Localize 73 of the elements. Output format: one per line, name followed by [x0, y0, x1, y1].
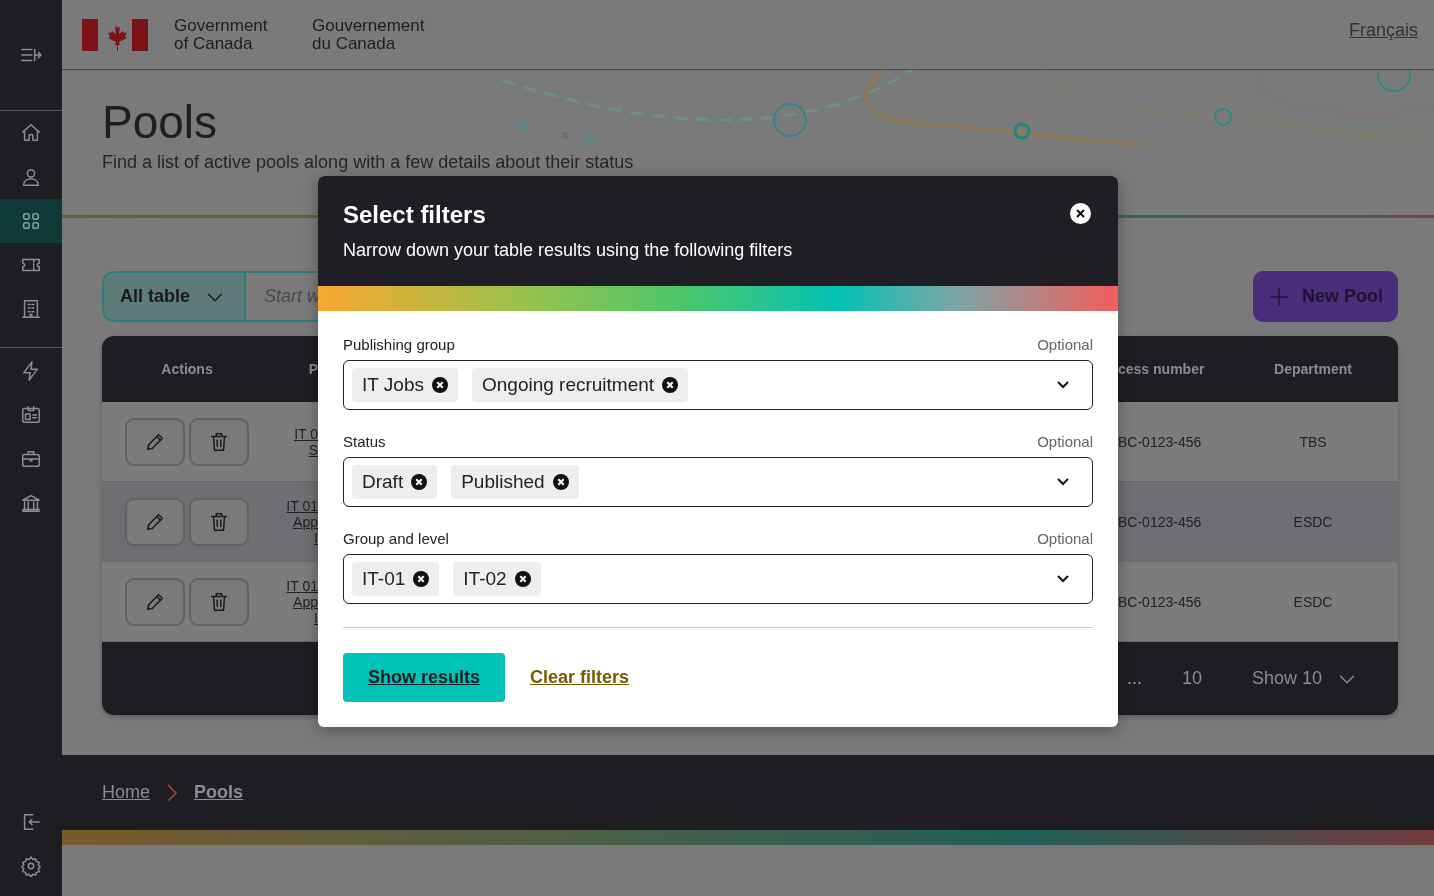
page-button[interactable]: 10	[1181, 668, 1202, 689]
pagination-ellipsis: ...	[1126, 668, 1142, 689]
filter-chip[interactable]: IT Jobs	[352, 368, 458, 402]
edit-button[interactable]	[125, 417, 185, 466]
page-size-dropdown[interactable]: Show 10	[1251, 667, 1358, 690]
optional-hint: Optional	[1037, 433, 1093, 450]
delete-button[interactable]	[189, 417, 249, 466]
modal-title: Select filters	[343, 200, 486, 230]
trash-icon	[208, 590, 230, 613]
trash-icon	[208, 510, 230, 533]
close-button[interactable]	[1070, 203, 1091, 224]
remove-icon[interactable]	[431, 377, 448, 393]
field-label: Group and level	[343, 530, 449, 547]
modal-description: Narrow down your table results using the following filters	[343, 240, 794, 261]
page-subtitle: Find a list of active pools along with a few details about their status	[102, 152, 635, 172]
home-icon	[20, 122, 42, 144]
remove-icon[interactable]	[411, 474, 428, 490]
table-cell-text: BC-0123-456	[1118, 433, 1203, 450]
government-name: Gouvernement du Canada	[312, 16, 426, 53]
chevron-icon	[166, 782, 178, 803]
edit-button[interactable]	[125, 497, 185, 546]
edit-button[interactable]	[125, 577, 185, 626]
id-card-icon	[20, 404, 42, 426]
multi-select-field[interactable]: IT Jobs Ongoing recruitment	[343, 360, 1093, 410]
column-header: cess number	[1118, 361, 1206, 377]
multi-select-field[interactable]: Draft Published	[343, 457, 1093, 507]
table-cell-text: ESDC	[1292, 593, 1334, 610]
remove-icon[interactable]	[413, 571, 430, 587]
breadcrumb-link[interactable]: Pools	[194, 782, 244, 803]
chevron-down-icon	[1056, 380, 1070, 390]
filter-chip[interactable]: IT-01	[352, 562, 440, 596]
filter-chip[interactable]: Published	[451, 465, 579, 499]
optional-hint: Optional	[1037, 336, 1093, 353]
delete-button[interactable]	[189, 577, 249, 626]
building-icon	[20, 298, 42, 320]
table-cell-text: ESDC	[1292, 513, 1334, 530]
column-header: Actions	[160, 361, 214, 377]
filter-chip[interactable]: Ongoing recruitment	[471, 368, 689, 402]
clear-filters-link[interactable]: Clear filters	[530, 667, 630, 688]
scope-dropdown[interactable]: All table	[102, 271, 246, 322]
remove-icon[interactable]	[552, 474, 569, 490]
government-name: Government of Canada	[174, 16, 269, 53]
page-title: Pools	[102, 96, 218, 148]
briefcase-icon	[20, 448, 42, 470]
breadcrumb-link[interactable]: Home	[102, 782, 150, 803]
optional-hint: Optional	[1037, 530, 1093, 547]
flag-icon	[82, 18, 148, 51]
plus-icon	[1268, 285, 1290, 308]
column-header: P	[307, 361, 318, 377]
field-label: Publishing group	[343, 336, 455, 353]
bank-icon	[20, 492, 42, 514]
trash-icon	[208, 430, 230, 453]
table-cell-text: BC-0123-456	[1118, 513, 1203, 530]
filter-chip[interactable]: Draft	[352, 465, 438, 499]
filter-chip[interactable]: IT-02	[453, 562, 541, 596]
sidebar-item[interactable]	[0, 199, 62, 243]
remove-icon[interactable]	[662, 377, 679, 393]
chevron-down-icon	[1056, 477, 1070, 487]
field-label: Status	[343, 433, 386, 450]
pool-link[interactable]: IT 01 App I	[272, 577, 318, 626]
settings-icon	[20, 855, 42, 877]
grid-icon	[20, 210, 42, 232]
table-cell-text: BC-0123-456	[1118, 593, 1203, 610]
table-cell-text: TBS	[1298, 433, 1328, 450]
remove-icon[interactable]	[514, 571, 531, 587]
chevron-down-icon	[1056, 574, 1070, 584]
close-icon	[1076, 209, 1085, 218]
multi-select-field[interactable]: IT-01 IT-02	[343, 554, 1093, 604]
person-icon	[20, 166, 42, 188]
pool-link[interactable]: IT 0 S	[272, 425, 318, 458]
column-header: Department	[1273, 361, 1353, 377]
show-results-button[interactable]: Show results	[343, 653, 506, 702]
delete-button[interactable]	[189, 497, 249, 546]
